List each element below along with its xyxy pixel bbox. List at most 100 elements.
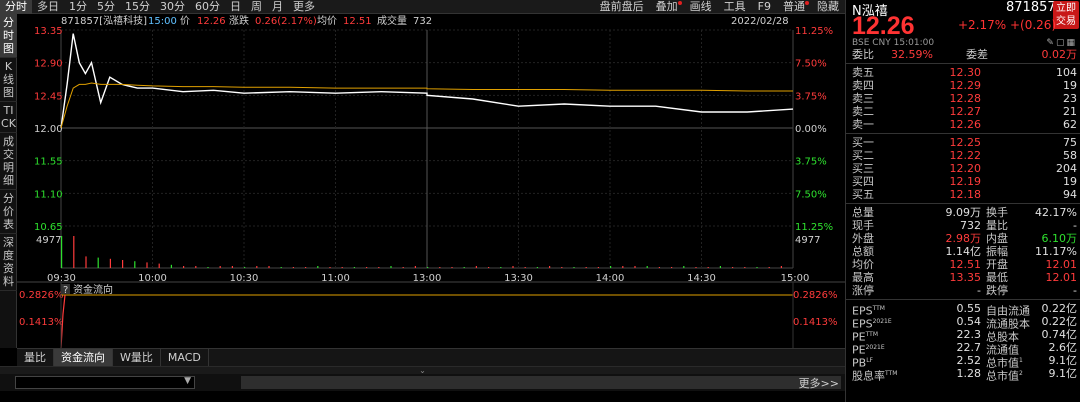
volume-bar: [305, 267, 306, 268]
toolbar-right-5[interactable]: 普通: [777, 0, 811, 14]
indicator-tab-1[interactable]: 资金流向: [54, 349, 113, 366]
ask-volume: 62: [1063, 118, 1077, 131]
stat-label-2: 振幅: [986, 245, 1008, 258]
fund-value: 1.28: [911, 367, 981, 380]
stat-label-2: 内盘: [986, 232, 1008, 245]
fund-label-sup: LF: [866, 357, 873, 364]
sidebar-item-4[interactable]: 分价表: [0, 190, 17, 234]
more-link[interactable]: 更多>>: [799, 375, 839, 391]
volume-bar: [610, 266, 611, 268]
toolbar-right-0[interactable]: 盘前盘后: [594, 0, 650, 14]
tab-6[interactable]: 60分: [190, 0, 225, 14]
tab-8[interactable]: 周: [246, 0, 267, 14]
fund-value: 0.54: [911, 315, 981, 328]
chart-toolbar: 分时 多日 1分 5分 15分 30分 60分日周月更多 盘前盘后 叠加 画线 工具 F9 普通 隐藏: [0, 0, 845, 14]
price-label: 价: [180, 15, 190, 27]
bid-volume: 19: [1063, 175, 1077, 188]
stat-value-2: 12.01: [1046, 258, 1078, 271]
price-tick: 11.55: [34, 157, 63, 168]
volume-bar: [781, 266, 782, 268]
tab-5[interactable]: 30分: [155, 0, 190, 14]
bid-label: 买五: [852, 188, 874, 201]
toolbar-right-4[interactable]: F9: [752, 0, 777, 14]
stat-label: 外盘: [852, 232, 874, 245]
fund-label-sup: 2021E: [873, 318, 892, 325]
volume-bar: [671, 267, 672, 268]
chevron-down-icon: ▼: [184, 376, 191, 386]
pct-tick: 11.25%: [795, 222, 833, 233]
trade-now-button[interactable]: 立即交易: [1053, 1, 1079, 29]
volume-label: 成交量: [377, 14, 407, 27]
bid-label: 买二: [852, 149, 874, 162]
fund-label: 股息率TTM: [852, 367, 897, 383]
change-label: 涨跌: [229, 14, 249, 27]
sidebar-item-1[interactable]: K线图: [0, 58, 17, 102]
fund-label-sup: TTM: [885, 370, 897, 377]
volume-bar: [293, 267, 294, 268]
edit-icon[interactable]: ✎: [1046, 38, 1056, 48]
sidebar-item-5[interactable]: 深度资料: [0, 234, 17, 291]
stat-value: 1.14亿: [911, 245, 981, 258]
volume-bar: [171, 265, 172, 268]
fund-label-text: 股息率: [852, 370, 885, 383]
volume-bar: [708, 267, 709, 268]
fund-tick-left-0: 0.2826%: [19, 290, 64, 301]
volume-bar: [488, 267, 489, 268]
collapse-strip[interactable]: ⌄: [0, 366, 845, 374]
intraday-chart[interactable]: 871857[泓禧科技] 15:00 价 12.26 涨跌 0.26(2.17%…: [17, 14, 845, 348]
horizontal-scrollbar[interactable]: [241, 376, 841, 389]
price-tick: 12.45: [34, 91, 63, 102]
ask-volume: 104: [1056, 66, 1077, 79]
volume-bar: [354, 267, 355, 268]
toolbar-right-2[interactable]: 画线: [684, 0, 718, 14]
price-value: 12.26: [197, 16, 226, 27]
tab-3[interactable]: 5分: [92, 0, 120, 14]
box-icon[interactable]: ▢: [1056, 38, 1067, 48]
pct-tick: 3.75%: [795, 157, 827, 168]
stat-label: 均价: [852, 258, 874, 271]
volume-bar: [183, 266, 184, 268]
volume-bar: [756, 267, 757, 268]
volume-bar: [451, 267, 452, 268]
panel-icons[interactable]: ✎▢▦: [1046, 38, 1077, 48]
tab-0[interactable]: 分时: [0, 0, 32, 14]
market-info: BSE CNY 15:01:00: [852, 38, 934, 48]
volume-bar: [573, 267, 574, 268]
grid-icon[interactable]: ▦: [1066, 38, 1077, 48]
tab-10[interactable]: 更多: [288, 0, 320, 14]
tab-7[interactable]: 日: [225, 0, 246, 14]
stat-value: 9.09万: [911, 206, 981, 219]
sidebar-item-2[interactable]: TICK: [0, 102, 17, 133]
fund-tick-right-1: 0.1413%: [793, 317, 838, 328]
volume-bar: [683, 266, 684, 268]
tab-1[interactable]: 多日: [32, 0, 64, 14]
price-tick: 12.00: [34, 124, 63, 135]
indicator-tab-2[interactable]: W量比: [113, 349, 161, 366]
volume-bar: [512, 266, 513, 268]
indicator-select[interactable]: ▼: [15, 376, 195, 389]
stat-value: 2.98万: [911, 232, 981, 245]
volume-bar: [329, 267, 330, 268]
help-mark: ?: [63, 285, 68, 296]
price-tick: 12.90: [34, 59, 63, 70]
tab-4[interactable]: 15分: [120, 0, 155, 14]
ask-label: 卖三: [852, 92, 874, 105]
tab-2[interactable]: 1分: [64, 0, 92, 14]
toolbar-right-3[interactable]: 工具: [718, 0, 752, 14]
sidebar-item-0[interactable]: 分时图: [0, 14, 17, 58]
toolbar-right-1[interactable]: 叠加: [650, 0, 684, 14]
fund-value-2: 2.6亿: [1049, 341, 1078, 354]
bid-volume: 75: [1063, 136, 1077, 149]
volume-bar: [403, 267, 404, 268]
volume-bar: [622, 266, 623, 268]
volume-bar: [720, 266, 721, 268]
ask-label: 卖一: [852, 118, 874, 131]
sidebar-item-3[interactable]: 成交明细: [0, 133, 17, 190]
fund-label-sup: 2021E: [866, 344, 885, 351]
indicator-tab-0[interactable]: 量比: [17, 349, 54, 366]
tab-9[interactable]: 月: [267, 0, 288, 14]
toolbar-right-6[interactable]: 隐藏: [811, 0, 845, 14]
indicator-tab-3[interactable]: MACD: [161, 349, 209, 366]
volume-bar: [146, 262, 147, 268]
stat-value: 12.51: [911, 258, 981, 271]
